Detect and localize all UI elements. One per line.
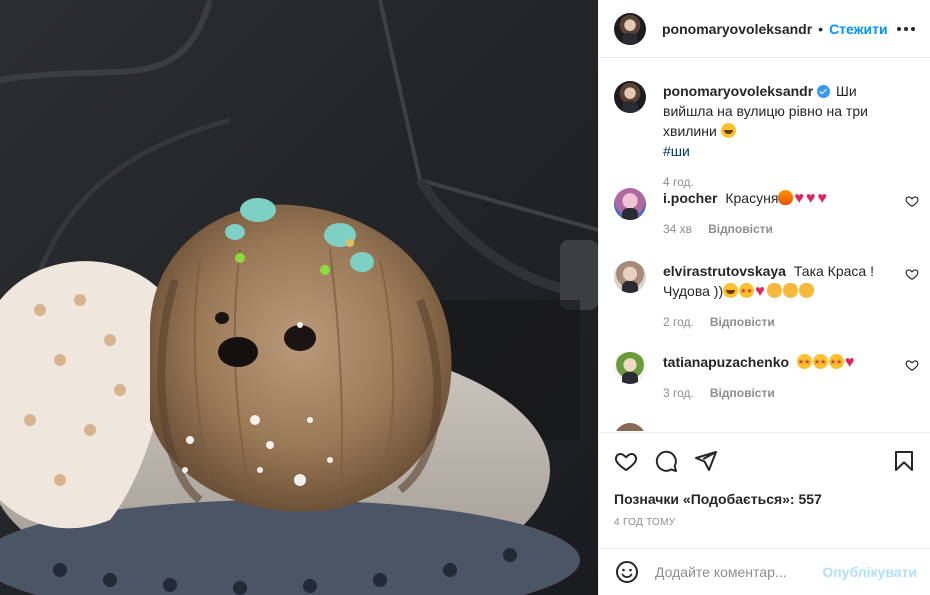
reply-button[interactable]: Відповісти — [710, 315, 775, 329]
star-struck-emoji-icon — [739, 282, 755, 302]
comments-list[interactable]: ponomaryovoleksandr Ши вийшла на вулицю … — [599, 59, 930, 431]
comment-time[interactable]: 2 год. — [663, 315, 694, 329]
comment-body: i.pocher Красуня ♥ ♥ ♥ — [663, 188, 919, 208]
caption-body: ponomaryovoleksandr Ши вийшла на вулицю … — [663, 81, 919, 161]
fire-emoji-icon — [778, 190, 794, 205]
comment-input[interactable] — [655, 564, 823, 580]
clapping-hands-emoji-icon — [782, 283, 798, 298]
comment-item: elvirastrutovskaya Така Краса ! Чудова )… — [614, 261, 919, 329]
smiley-icon[interactable] — [615, 560, 639, 584]
instagram-post: ponomaryovoleksandr • Стежити ponomaryov… — [0, 0, 930, 595]
heart-outline-icon[interactable] — [614, 449, 638, 473]
add-comment-bar: Опублікувати — [599, 548, 930, 595]
comment-username[interactable]: tatianapuzachenko — [663, 354, 789, 370]
red-heart-emoji-icon: ♥ — [794, 190, 804, 207]
action-icons-row — [614, 449, 916, 473]
post-age[interactable]: 4 ГОД ТОМУ — [614, 517, 675, 528]
reply-button[interactable]: Відповісти — [708, 222, 773, 236]
star-struck-emoji-icon — [828, 353, 844, 373]
more-horizontal-icon[interactable] — [895, 21, 917, 37]
like-comment-heart-icon[interactable] — [905, 194, 919, 208]
author-avatar[interactable] — [614, 81, 646, 113]
like-comment-heart-icon[interactable] — [905, 358, 919, 372]
post-header: ponomaryovoleksandr • Стежити — [599, 0, 930, 58]
dog-in-car-photo — [0, 0, 598, 595]
publish-button[interactable]: Опублікувати — [822, 564, 917, 580]
grinning-sweat-emoji-icon — [720, 123, 736, 138]
hashtag-link[interactable]: #ши — [663, 143, 690, 159]
comment-username[interactable]: elvirastrutovskaya — [663, 263, 786, 279]
comment-time[interactable]: 3 год. — [663, 386, 694, 400]
red-heart-emoji-icon: ♥ — [805, 190, 816, 207]
comment-username[interactable]: i.pocher — [663, 190, 717, 206]
comment-time[interactable]: 34 хв — [663, 222, 692, 236]
paper-plane-icon[interactable] — [694, 449, 718, 473]
clapping-hands-emoji-icon — [766, 283, 782, 298]
post-caption: ponomaryovoleksandr Ши вийшла на вулицю … — [614, 81, 919, 189]
red-heart-emoji-icon: ♥ — [844, 354, 855, 371]
comment-bubble-icon[interactable] — [654, 449, 678, 473]
author-avatar[interactable] — [614, 12, 646, 45]
comment-meta: 3 год. Відповісти — [663, 386, 919, 400]
red-heart-emoji-icon: ♥ — [817, 190, 827, 207]
clapping-hands-emoji-icon — [798, 283, 814, 298]
commenter-avatar[interactable] — [614, 261, 646, 293]
follow-button[interactable]: Стежити — [829, 21, 888, 37]
star-struck-emoji-icon — [796, 353, 812, 373]
red-heart-emoji-icon: ♥ — [755, 283, 765, 300]
post-photo[interactable] — [0, 0, 598, 595]
commenter-avatar[interactable] — [614, 352, 646, 384]
comment-body: tatianapuzachenko ♥ — [663, 352, 919, 373]
comment-text: Красуня — [725, 190, 779, 206]
caption-time[interactable]: 4 год. — [663, 175, 694, 189]
comment-item: i.pocher Красуня ♥ ♥ ♥ 34 хв Відповісти — [614, 188, 919, 236]
post-side-panel: ponomaryovoleksandr • Стежити ponomaryov… — [598, 0, 930, 595]
star-struck-emoji-icon — [812, 353, 828, 373]
comment-item: tatianapuzachenko ♥ 3 год. Відповісти — [614, 352, 919, 400]
post-actions: Позначки «Подобається»: 557 4 ГОД ТОМУ — [599, 432, 930, 548]
comment-meta: 34 хв Відповісти — [663, 222, 919, 236]
commenter-avatar[interactable] — [614, 188, 646, 220]
like-comment-heart-icon[interactable] — [905, 267, 919, 281]
likes-count[interactable]: Позначки «Подобається»: 557 — [614, 491, 822, 507]
author-username[interactable]: ponomaryovoleksandr — [662, 21, 812, 37]
caption-meta: 4 год. — [663, 175, 919, 189]
comment-body: elvirastrutovskaya Така Краса ! Чудова )… — [663, 261, 919, 302]
commenter-avatar[interactable] — [614, 423, 646, 431]
verified-badge-icon — [817, 85, 831, 98]
reply-button[interactable]: Відповісти — [710, 386, 775, 400]
comment-meta: 2 год. Відповісти — [663, 315, 919, 329]
grinning-emoji-icon — [723, 283, 739, 298]
separator-dot: • — [818, 20, 824, 37]
bookmark-icon[interactable] — [892, 449, 916, 473]
caption-username[interactable]: ponomaryovoleksandr — [663, 83, 813, 99]
